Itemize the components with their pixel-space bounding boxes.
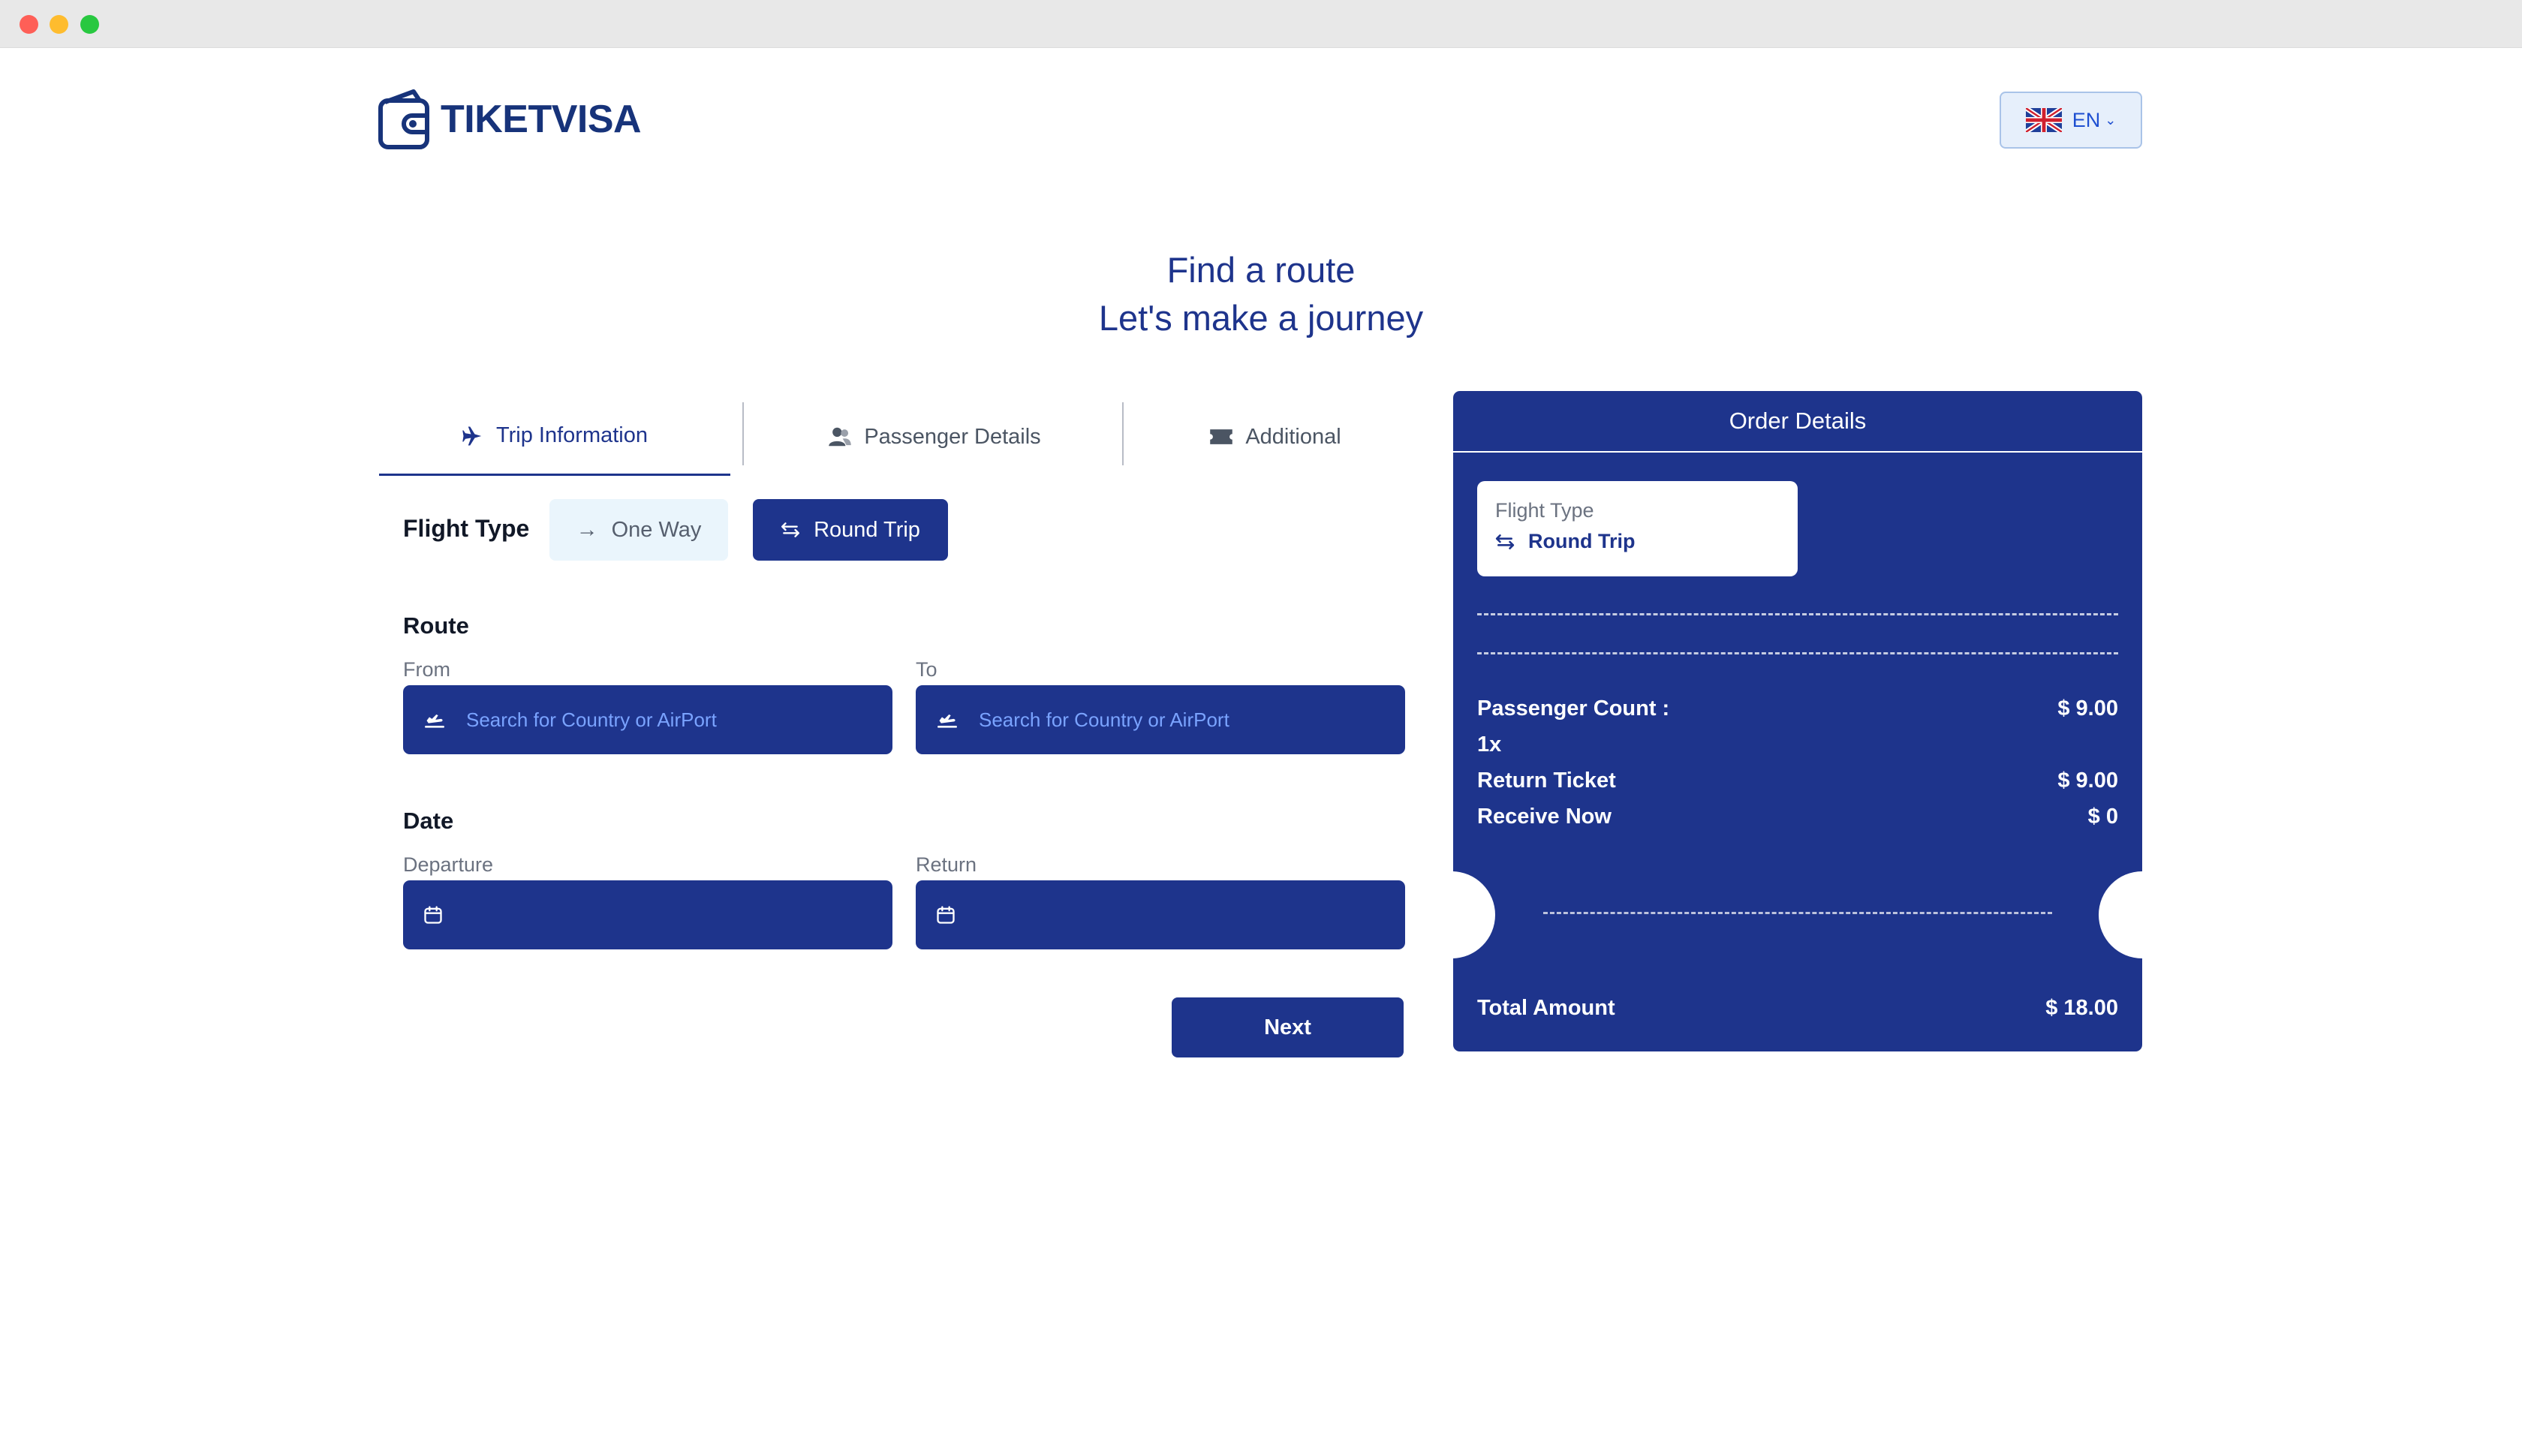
arrow-right-icon: → [576, 517, 598, 542]
departure-label: Departure [403, 853, 494, 876]
tab-divider [1122, 402, 1124, 465]
tab-label: Passenger Details [864, 424, 1041, 449]
tab-label: Additional [1245, 424, 1341, 449]
return-date-field[interactable] [916, 880, 1405, 949]
ticket-notch-right [2099, 871, 2142, 958]
to-input[interactable] [979, 708, 1384, 732]
hero-heading: Find a route Let's make a journey [901, 246, 1621, 342]
swap-arrows-icon [1495, 534, 1515, 549]
departure-date-field[interactable] [403, 880, 892, 949]
calendar-icon [424, 906, 442, 924]
total-amount-label: Total Amount [1477, 996, 1615, 1020]
divider-dashed [1477, 652, 2118, 654]
to-field[interactable] [916, 685, 1405, 754]
hero-subtitle: Let's make a journey [1098, 298, 1424, 338]
order-details-panel: Order Details Flight Type Round Trip Pas… [1453, 391, 2142, 1051]
receive-now-label: Receive Now [1477, 805, 1612, 829]
ticket-notch-left [1453, 871, 1495, 958]
passenger-count-row: Passenger Count : $ 9.00 [1477, 696, 2118, 721]
round-trip-button[interactable]: Round Trip [753, 499, 948, 561]
swap-arrows-icon [781, 522, 800, 537]
plane-departure-icon [937, 714, 957, 728]
from-field[interactable] [403, 685, 892, 754]
passengers-icon [829, 427, 852, 447]
receive-now-row: Receive Now $ 0 [1477, 805, 2118, 829]
wallet-icon [378, 89, 429, 149]
departure-date-input[interactable] [463, 903, 868, 927]
next-button[interactable]: Next [1172, 997, 1404, 1057]
tab-passenger-details[interactable]: Passenger Details [744, 398, 1125, 476]
round-trip-label: Round Trip [814, 517, 920, 542]
language-selector[interactable]: EN ⌄ [2000, 92, 2142, 149]
passenger-count-label: Passenger Count : [1477, 696, 1670, 720]
order-details-title: Order Details [1453, 391, 2142, 453]
calendar-icon [937, 906, 955, 924]
chevron-down-icon: ⌄ [2105, 112, 2117, 128]
ticket-icon [1210, 429, 1233, 444]
total-amount-row: Total Amount $ 18.00 [1477, 996, 2118, 1021]
tab-trip-information[interactable]: Trip Information [379, 398, 730, 476]
order-flight-type-label: Flight Type [1495, 499, 1594, 522]
language-code: EN [2072, 108, 2101, 131]
total-amount-value: $ 18.00 [2045, 996, 2118, 1020]
passenger-count-value: $ 9.00 [2057, 696, 2118, 720]
receive-now-value: $ 0 [2087, 805, 2118, 829]
one-way-button[interactable]: → One Way [549, 499, 728, 561]
brand-logo[interactable]: TIKETVISA [378, 89, 642, 150]
passenger-multiplier: 1x [1477, 733, 1502, 757]
plane-icon [462, 426, 482, 445]
date-title: Date [403, 808, 454, 834]
tab-additional[interactable]: Additional [1125, 398, 1425, 476]
return-label: Return [916, 853, 977, 876]
one-way-label: One Way [611, 517, 702, 542]
route-title: Route [403, 612, 469, 639]
divider-dashed [1477, 613, 2118, 615]
order-flight-type-value: Round Trip [1528, 530, 1636, 552]
ticket-perforation [1543, 912, 2052, 914]
from-input[interactable] [466, 708, 871, 732]
uk-flag-icon [2025, 108, 2062, 132]
passenger-multiplier-row: 1x [1477, 733, 2118, 757]
browser-chrome [0, 0, 2522, 48]
return-ticket-label: Return Ticket [1477, 769, 1616, 793]
return-date-input[interactable] [976, 903, 1381, 927]
from-label: From [403, 658, 450, 681]
plane-departure-icon [425, 714, 444, 728]
tab-label: Trip Information [496, 423, 648, 447]
order-flight-type-card: Flight Type Round Trip [1477, 481, 1798, 576]
hero-title: Find a route [1166, 250, 1356, 290]
step-tabs: Trip Information Passenger Details Addit… [379, 398, 1404, 477]
brand-name: TIKETVISA [441, 98, 642, 141]
to-label: To [916, 658, 937, 681]
minimize-window-dot[interactable] [50, 15, 68, 34]
return-ticket-value: $ 9.00 [2057, 769, 2118, 793]
maximize-window-dot[interactable] [80, 15, 99, 34]
close-window-dot[interactable] [20, 15, 38, 34]
return-ticket-row: Return Ticket $ 9.00 [1477, 769, 2118, 793]
flight-type-label: Flight Type [403, 515, 530, 542]
